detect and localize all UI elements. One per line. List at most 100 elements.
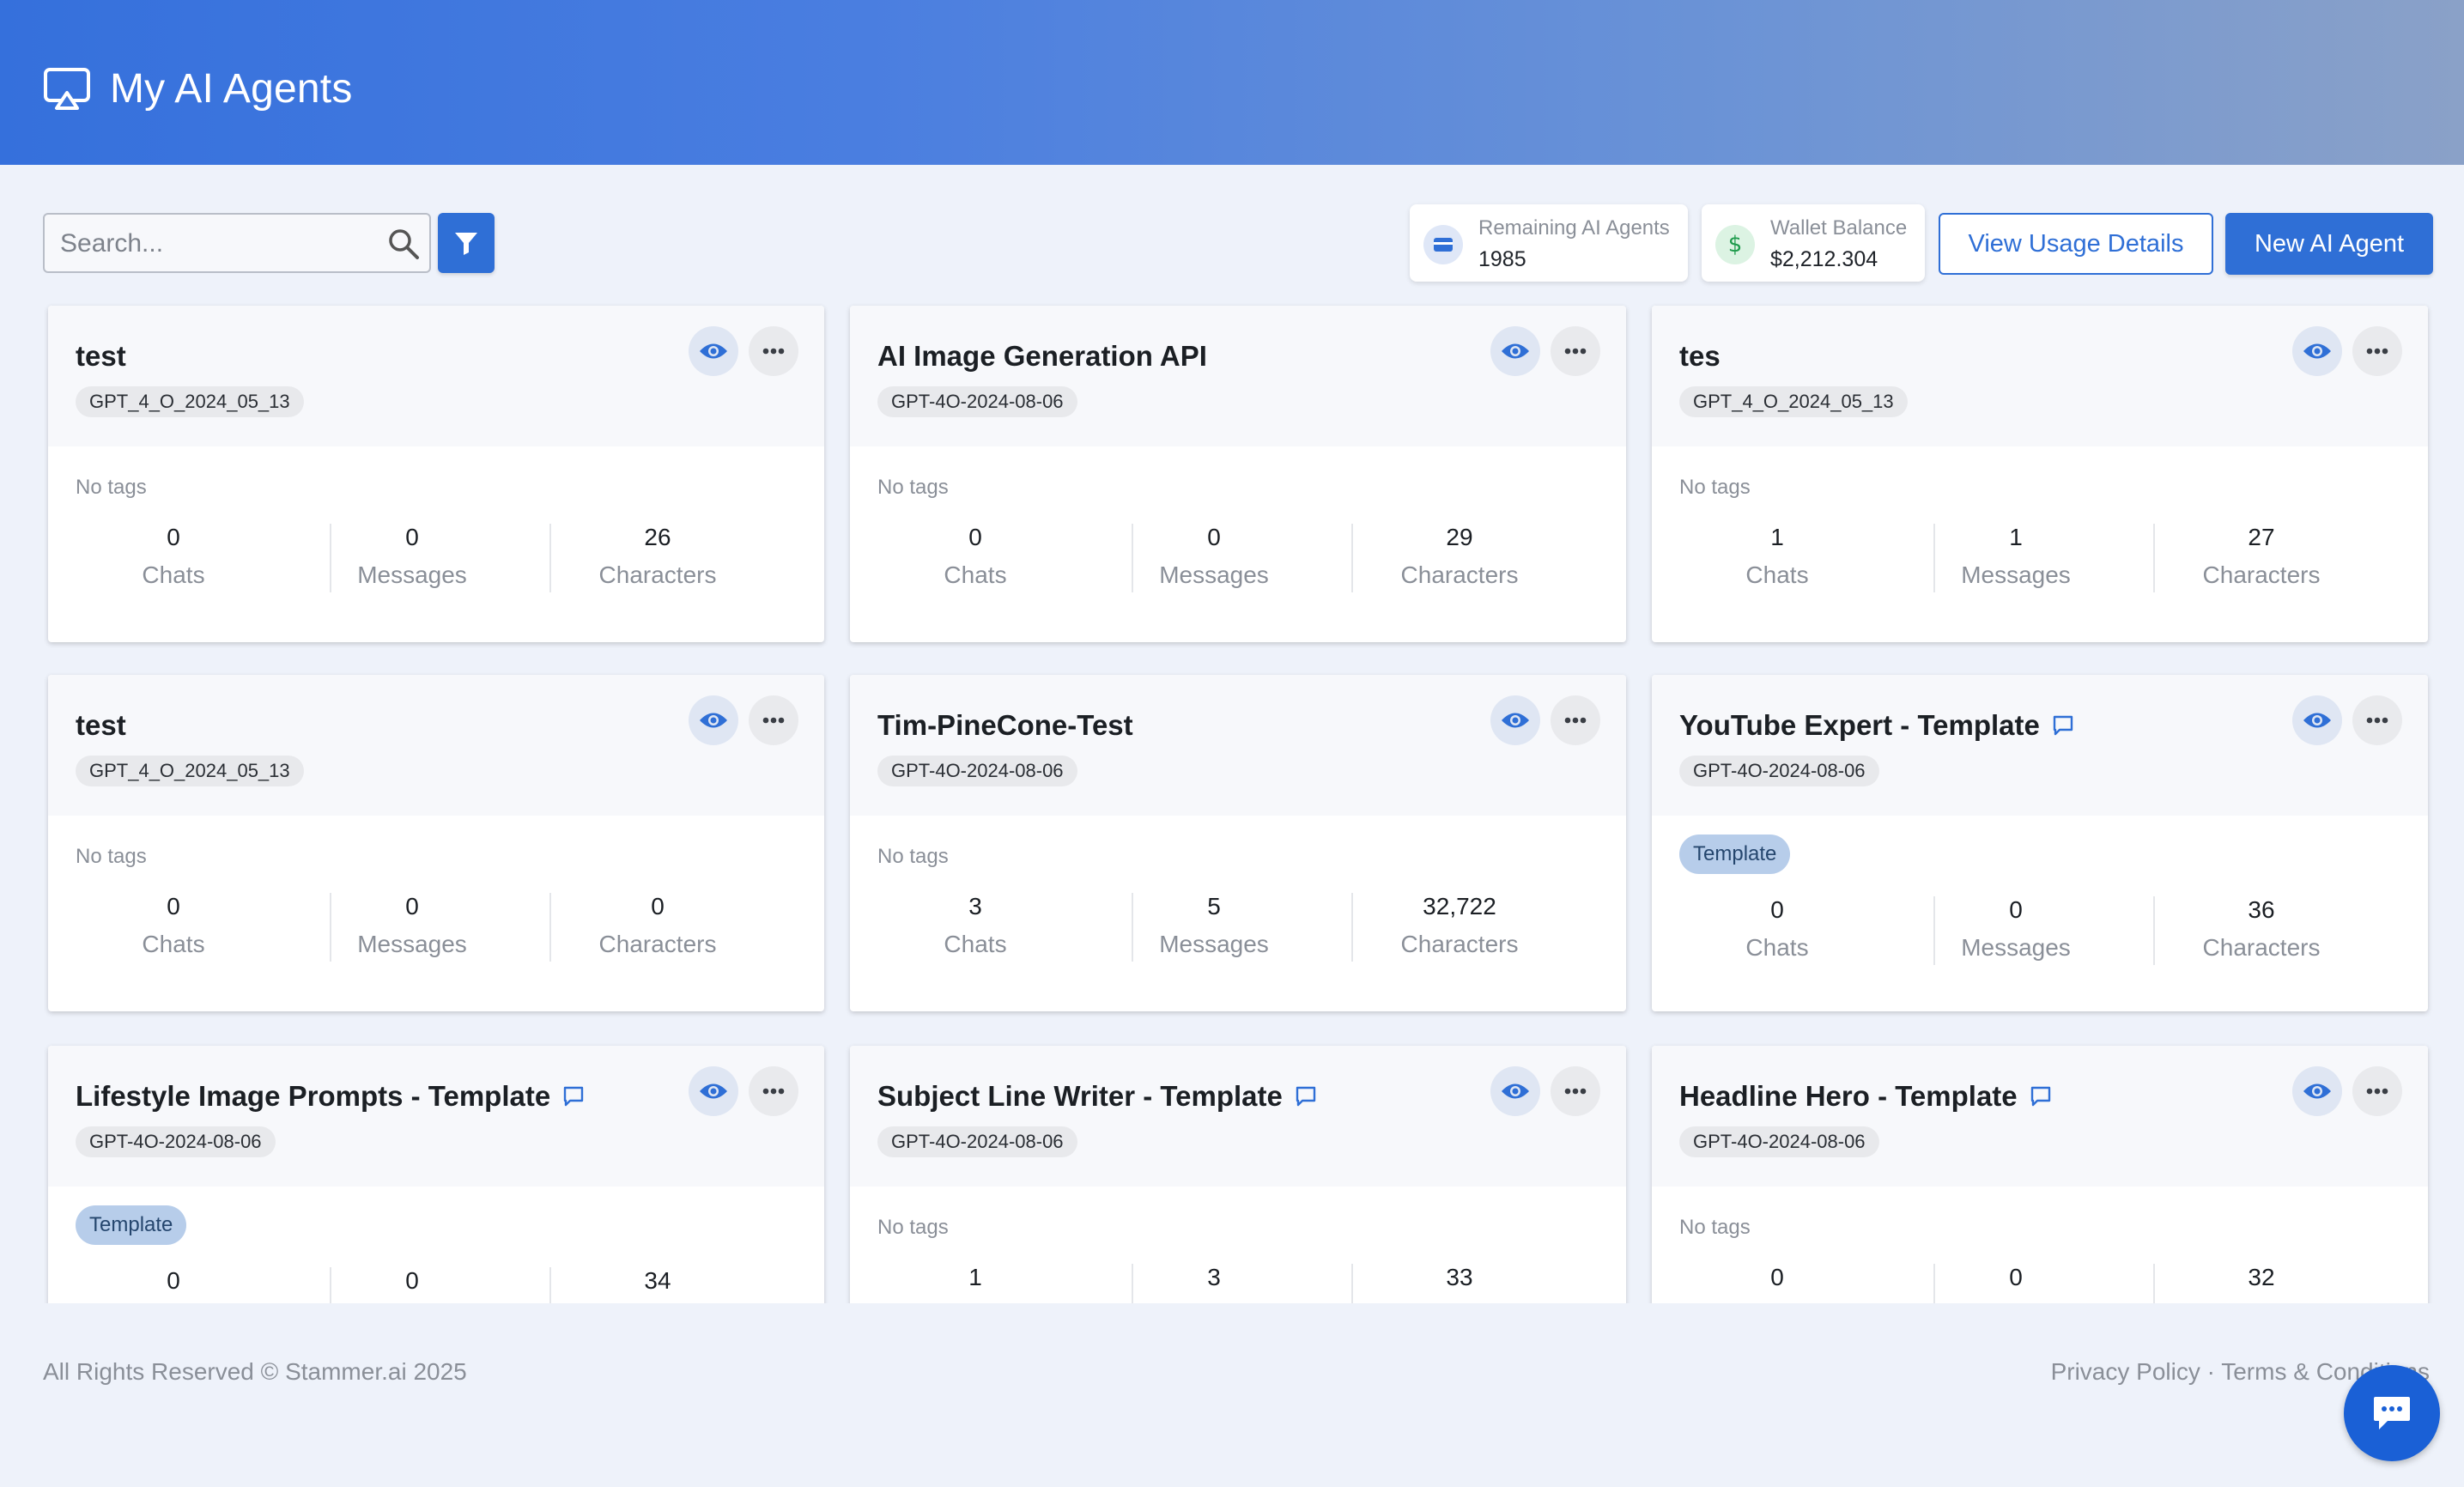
agent-stats: 0 Chats 0 Messages 29 Characters xyxy=(850,524,1626,610)
template-chat-icon xyxy=(2030,1086,2050,1107)
eye-icon xyxy=(699,711,728,730)
tag-chip[interactable]: Template xyxy=(1679,835,1791,874)
stat-characters-label: Characters xyxy=(598,931,717,957)
more-dots-icon xyxy=(1564,717,1587,724)
search-input[interactable] xyxy=(60,227,378,261)
agent-name[interactable]: Headline Hero - Template xyxy=(1679,1080,2052,1113)
stat-chats: 1 Chats xyxy=(855,1264,1095,1303)
view-agent-button[interactable] xyxy=(1490,326,1540,376)
eye-icon xyxy=(2303,342,2332,361)
stat-messages-label: Messages xyxy=(357,561,467,588)
agent-name-text: test xyxy=(76,340,126,372)
filter-button[interactable] xyxy=(438,213,495,273)
agent-stats: 0 Chats 0 Messages 36 Characters xyxy=(1652,896,2428,982)
stat-messages-label: Messages xyxy=(1094,1302,1334,1303)
agent-name-text: YouTube Expert - Template xyxy=(1679,709,2040,741)
stat-messages-value: 0 xyxy=(405,1267,419,1294)
agent-card[interactable]: Subject Line Writer - Template GPT-4O-202… xyxy=(850,1046,1626,1303)
stat-chats: 0 Chats xyxy=(1657,896,1897,962)
agent-stats: 0 Chats 0 Messages 0 Characters xyxy=(48,893,824,979)
more-options-button[interactable] xyxy=(1551,695,1600,745)
stat-divider xyxy=(549,524,551,592)
airplay-icon xyxy=(44,67,90,110)
agents-grid: test GPT_4_O_2024_05_13 No tags 0 Chats 0 Mess… xyxy=(43,300,2433,1303)
agent-name[interactable]: Subject Line Writer - Template xyxy=(877,1080,1317,1113)
view-agent-button[interactable] xyxy=(689,695,738,745)
stat-divider xyxy=(1933,524,1935,592)
model-badge: GPT-4O-2024-08-06 xyxy=(877,1126,1077,1157)
footer-separator: · xyxy=(2206,1358,2215,1385)
view-agent-button[interactable] xyxy=(689,1066,738,1116)
agent-stats: 0 Chats 0 Messages 32 Characters xyxy=(1652,1264,2428,1303)
stat-divider xyxy=(1132,524,1133,592)
stat-characters: 32 Characters xyxy=(2141,1264,2382,1303)
more-options-button[interactable] xyxy=(2352,1066,2402,1116)
page: My AI Agents Remaining AI Agents 1985 $ xyxy=(0,0,2464,1487)
view-agent-button[interactable] xyxy=(689,326,738,376)
agent-card[interactable]: tes GPT_4_O_2024_05_13 No tags 1 Chats 1 Messa… xyxy=(1652,306,2428,642)
stat-messages-value: 1 xyxy=(2009,524,2023,550)
toolbar: Remaining AI Agents 1985 $ Wallet Balanc… xyxy=(43,204,2433,282)
stat-divider xyxy=(1132,893,1133,962)
agent-card[interactable]: YouTube Expert - Template GPT-4O-2024-08-… xyxy=(1652,675,2428,1011)
view-agent-button[interactable] xyxy=(1490,1066,1540,1116)
more-options-button[interactable] xyxy=(1551,1066,1600,1116)
stat-characters-value: 26 xyxy=(644,524,671,550)
view-agent-button[interactable] xyxy=(2292,326,2342,376)
stat-messages: 0 Messages xyxy=(292,524,532,589)
stat-divider xyxy=(549,893,551,962)
agent-stats: 0Chats0Messages34Characters xyxy=(48,1267,824,1303)
stat-divider xyxy=(330,524,331,592)
agent-name-text: AI Image Generation API xyxy=(877,340,1207,372)
remaining-agents-label: Remaining AI Agents xyxy=(1478,216,1670,240)
stat-chats-label: Chats xyxy=(944,561,1007,588)
view-usage-button[interactable]: View Usage Details xyxy=(1939,213,2213,275)
more-options-button[interactable] xyxy=(749,695,798,745)
search-icon[interactable] xyxy=(386,227,421,261)
agent-card-header: tes GPT_4_O_2024_05_13 xyxy=(1652,306,2428,446)
stat-messages-value: 0 xyxy=(405,893,419,920)
stat-characters-value: 33 xyxy=(1446,1264,1473,1290)
agent-name[interactable]: YouTube Expert - Template xyxy=(1679,709,2074,742)
more-options-button[interactable] xyxy=(2352,695,2402,745)
agent-name[interactable]: Tim-PineCone-Test xyxy=(877,709,1133,742)
stat-messages-value: 0 xyxy=(1207,524,1221,550)
more-options-button[interactable] xyxy=(2352,326,2402,376)
agent-card[interactable]: AI Image Generation API GPT-4O-2024-08-06… xyxy=(850,306,1626,642)
more-options-button[interactable] xyxy=(1551,326,1600,376)
view-agent-button[interactable] xyxy=(2292,1066,2342,1116)
agent-name[interactable]: test xyxy=(76,709,126,742)
agent-card[interactable]: Tim-PineCone-Test GPT-4O-2024-08-06 No tag… xyxy=(850,675,1626,1011)
view-agent-button[interactable] xyxy=(1490,695,1540,745)
stat-divider xyxy=(330,893,331,962)
chat-bubble-icon xyxy=(2374,1397,2410,1429)
stat-characters-value: 0 xyxy=(651,893,665,920)
agent-name-text: Lifestyle Image Prompts - Template xyxy=(76,1080,551,1112)
stat-characters-label: Characters xyxy=(2202,561,2321,588)
more-dots-icon xyxy=(2366,717,2388,724)
more-options-button[interactable] xyxy=(749,326,798,376)
agent-name[interactable]: tes xyxy=(1679,340,1721,373)
stat-messages-value: 0 xyxy=(2009,896,2023,923)
agent-name[interactable]: Lifestyle Image Prompts - Template xyxy=(76,1080,585,1113)
tag-chip[interactable]: Template xyxy=(76,1205,187,1245)
chat-support-button[interactable] xyxy=(2344,1365,2440,1461)
agent-card[interactable]: test GPT_4_O_2024_05_13 No tags 0 Chats 0 Mess… xyxy=(48,675,824,1011)
more-options-button[interactable] xyxy=(749,1066,798,1116)
stat-characters-value: 32 xyxy=(2248,1264,2275,1290)
agent-card[interactable]: test GPT_4_O_2024_05_13 No tags 0 Chats 0 Mess… xyxy=(48,306,824,642)
view-agent-button[interactable] xyxy=(2292,695,2342,745)
privacy-policy-link[interactable]: Privacy Policy xyxy=(2051,1358,2200,1385)
agent-name[interactable]: test xyxy=(76,340,126,373)
stat-characters: 29 Characters xyxy=(1339,524,1580,589)
new-agent-button[interactable]: New AI Agent xyxy=(2225,213,2433,275)
agent-name[interactable]: AI Image Generation API xyxy=(877,340,1207,373)
stat-characters-value: 29 xyxy=(1446,524,1473,550)
stat-chats-value: 0 xyxy=(968,524,982,550)
agent-card[interactable]: Lifestyle Image Prompts - Template GPT-4O… xyxy=(48,1046,824,1303)
stat-divider xyxy=(2153,1264,2155,1303)
stat-characters: 36 Characters xyxy=(2141,896,2382,962)
stat-messages-label: Messages xyxy=(1961,561,2071,588)
agent-card[interactable]: Headline Hero - Template GPT-4O-2024-08-0… xyxy=(1652,1046,2428,1303)
stat-chats-label: Chats xyxy=(944,931,1007,957)
